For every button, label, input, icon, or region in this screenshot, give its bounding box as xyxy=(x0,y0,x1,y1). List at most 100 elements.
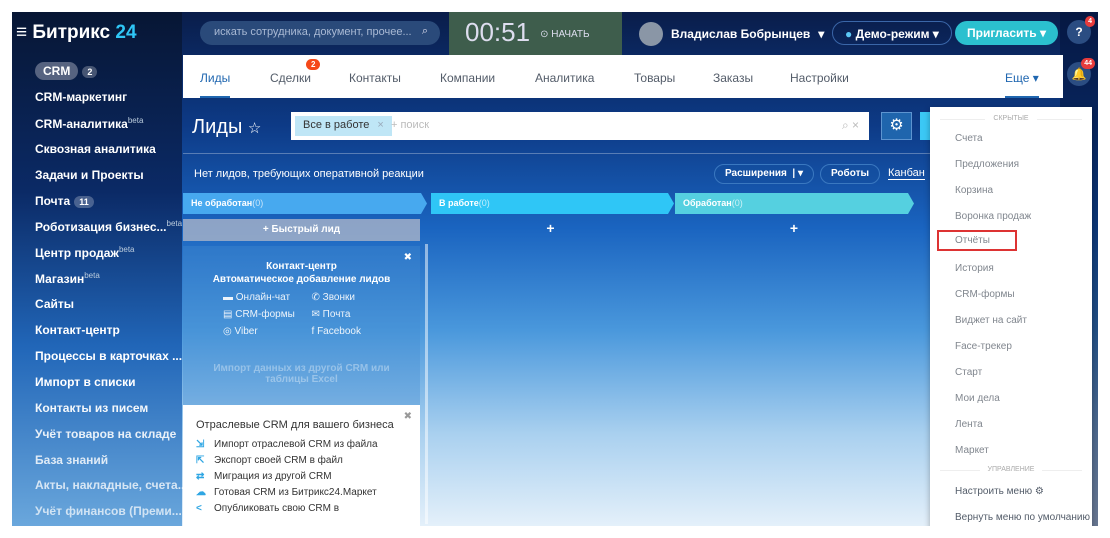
channel-link[interactable]: ✆ Звонки xyxy=(312,292,401,303)
sidebar-item[interactable]: Сайты xyxy=(35,297,74,311)
export-icon: ⇱ xyxy=(196,455,205,466)
tab-6[interactable]: Заказы xyxy=(713,71,753,85)
menu-icon[interactable]: ≡ xyxy=(16,22,32,43)
configure-menu-item[interactable]: Настроить меню ⚙ xyxy=(930,479,1092,505)
industry-link[interactable]: ⇄ Миграция из другой CRM xyxy=(196,471,420,482)
tab-7[interactable]: Настройки xyxy=(790,71,849,85)
page-title: Лиды ☆ xyxy=(192,116,262,138)
quick-lead-button[interactable]: + Быстрый лид xyxy=(183,219,420,241)
sidebar-item[interactable]: Импорт в списки xyxy=(35,375,136,389)
reset-menu-item[interactable]: Вернуть меню по умолчанию xyxy=(930,505,1092,526)
dropdown-item[interactable]: Счета xyxy=(930,126,1092,152)
demo-mode-button[interactable]: ● Демо-режим ▾ xyxy=(832,21,952,45)
dropdown-item[interactable]: Face-трекер xyxy=(930,334,1092,360)
form-icon: ▤ xyxy=(223,309,236,320)
channel-link[interactable]: ✉ Почта xyxy=(312,309,401,320)
sidebar-item[interactable]: Учёт финансов (Преми... xyxy=(35,504,182,518)
robots-button[interactable]: Роботы xyxy=(820,164,881,184)
industry-link[interactable]: ☁ Готовая CRM из Битрикс24.Маркет xyxy=(196,487,420,498)
sidebar-item[interactable]: CRM 2 xyxy=(35,62,98,80)
dropdown-item[interactable]: Отчёты xyxy=(937,230,1017,251)
timer-value: 00:51 xyxy=(465,17,531,47)
channel-link[interactable]: ▤ CRM-формы xyxy=(223,309,312,320)
bell-icon[interactable]: 🔔 44 xyxy=(1067,58,1095,86)
sidebar-item-label: Сквозная аналитика xyxy=(35,141,156,156)
star-icon[interactable]: ☆ xyxy=(248,120,261,137)
tab-label: Заказы xyxy=(713,71,754,85)
filter-search-input[interactable]: Все в работе × + поиск ⌕ × xyxy=(291,112,869,140)
sidebar-item[interactable]: Контакт-центр xyxy=(35,323,120,337)
kanban-column-header: Не обработан(0) xyxy=(183,193,427,214)
tab-8[interactable]: Еще ▾ xyxy=(1005,71,1039,98)
tab-label: Аналитика xyxy=(535,71,595,85)
close-icon[interactable]: × xyxy=(377,119,383,131)
invite-button[interactable]: Пригласить ▾ xyxy=(955,21,1058,45)
start-button[interactable]: ⊙ НАЧАТЬ xyxy=(540,29,590,40)
close-icon[interactable]: ✖ xyxy=(404,411,412,422)
channel-label: Facebook xyxy=(317,326,361,337)
work-timer[interactable]: 00:51 ⊙ НАЧАТЬ xyxy=(449,12,622,55)
viber-icon: ◎ xyxy=(223,326,235,337)
dropdown-item[interactable]: Старт xyxy=(930,360,1092,386)
sidebar-item[interactable]: Процессы в карточках ... xyxy=(35,349,182,363)
industry-link[interactable]: < Опубликовать свою CRM в xyxy=(196,503,420,514)
sidebar: ≡ Битрикс 24 CRM 2 CRM-маркетинг CRM-аналит… xyxy=(12,12,188,526)
dropdown-item[interactable]: Мои дела xyxy=(930,386,1092,412)
settings-button[interactable]: ⚙ xyxy=(881,112,912,140)
tab-3[interactable]: Компании xyxy=(440,71,495,85)
industry-link[interactable]: ⇲ Импорт отраслевой CRM из файла xyxy=(196,439,420,450)
global-search-input[interactable]: искать сотрудника, документ, прочее... ⌕ xyxy=(200,21,440,45)
sidebar-item[interactable]: Почта 11 xyxy=(35,194,94,208)
industry-link[interactable]: ⇱ Экспорт своей CRM в файл xyxy=(196,455,420,466)
sidebar-item[interactable]: Роботизация бизнес...beta xyxy=(35,219,182,234)
gear-icon: ⚙ xyxy=(1034,486,1044,497)
user-menu[interactable]: Владислав Бобрынцев ▾ xyxy=(639,22,824,46)
filter-chip[interactable]: Все в работе × xyxy=(295,116,392,136)
channel-link[interactable]: f Facebook xyxy=(312,326,401,337)
logo[interactable]: ≡ Битрикс 24 xyxy=(16,22,137,44)
tab-label: Сделки xyxy=(270,71,311,85)
tab-1[interactable]: Сделки 2 xyxy=(270,59,321,85)
add-lead-button[interactable]: + xyxy=(431,220,670,240)
sidebar-item[interactable]: Учёт товаров на складе xyxy=(35,427,176,441)
help-icon[interactable]: ? 4 xyxy=(1067,16,1095,44)
sidebar-item[interactable]: Сквозная аналитика xyxy=(35,142,156,156)
dropdown-item[interactable]: Корзина xyxy=(930,178,1092,204)
sidebar-item[interactable]: CRM-аналитикаbeta xyxy=(35,116,143,131)
sidebar-item[interactable]: Магазинbeta xyxy=(35,271,100,286)
extensions-button[interactable]: Расширения | ▾ xyxy=(714,164,814,184)
channel-link[interactable]: ◎ Viber xyxy=(223,326,312,337)
dropdown-item[interactable]: Виджет на сайт xyxy=(930,308,1092,334)
tab-4[interactable]: Аналитика xyxy=(535,71,594,85)
sidebar-item-label: Акты, накладные, счета... xyxy=(35,478,188,493)
search-clear-icons[interactable]: ⌕ × xyxy=(842,118,859,133)
tab-0[interactable]: Лиды xyxy=(200,71,231,98)
dropdown-item[interactable]: Воронка продаж xyxy=(930,204,1092,230)
dropdown-item[interactable]: История xyxy=(930,256,1092,282)
channel-label: Онлайн-чат xyxy=(235,292,291,303)
cloud-icon: ☁ xyxy=(196,487,206,498)
scrollbar[interactable] xyxy=(425,244,428,524)
dropdown-item[interactable]: Маркет xyxy=(930,438,1092,464)
mail-icon: ✉ xyxy=(311,309,323,320)
sidebar-item[interactable]: Контакты из писем xyxy=(35,401,148,415)
close-icon[interactable]: ✖ xyxy=(404,252,412,263)
channel-link[interactable]: ▬ Онлайн-чат xyxy=(223,292,312,303)
tab-2[interactable]: Контакты xyxy=(349,71,401,85)
sidebar-item[interactable]: CRM-маркетинг xyxy=(35,90,127,104)
kanban-view-link[interactable]: Канбан xyxy=(888,167,925,180)
dropdown-item[interactable]: Лента xyxy=(930,412,1092,438)
sidebar-item[interactable]: Центр продажbeta xyxy=(35,245,135,260)
sidebar-item-label: Почта xyxy=(35,193,71,208)
sidebar-item[interactable]: База знаний xyxy=(35,453,108,467)
tab-5[interactable]: Товары xyxy=(634,71,675,85)
import-link[interactable]: Импорт данных из другой CRM или таблицы … xyxy=(183,363,420,385)
contact-center-card: ✖ Контакт-центр Автоматическое добавление… xyxy=(183,246,420,406)
dropdown-item[interactable]: Предложения xyxy=(930,152,1092,178)
info-text: Нет лидов, требующих оперативной реакции xyxy=(194,168,424,180)
add-lead-button[interactable]: + xyxy=(675,220,913,240)
dropdown-item[interactable]: CRM-формы xyxy=(930,282,1092,308)
sidebar-item[interactable]: Акты, накладные, счета... xyxy=(35,478,188,492)
sidebar-item[interactable]: Задачи и Проекты xyxy=(35,168,144,182)
search-icon[interactable]: ⌕ xyxy=(422,25,428,38)
